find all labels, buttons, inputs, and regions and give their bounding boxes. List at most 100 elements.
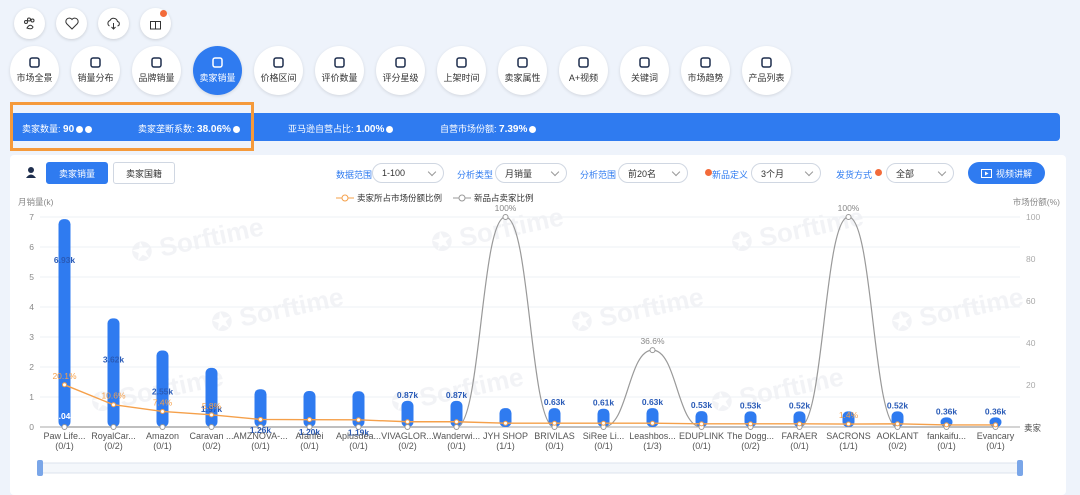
bar — [58, 219, 71, 427]
x-category-sublabel: (0/2) — [202, 441, 221, 451]
y-tick-right: 80 — [1026, 254, 1036, 264]
share-point — [454, 419, 459, 425]
nav-item-0[interactable]: 市场全景 — [10, 46, 59, 95]
x-category-sublabel: (0/1) — [986, 441, 1005, 451]
nav-item-10[interactable]: 关键词 — [620, 46, 669, 95]
calendar-icon — [456, 57, 467, 68]
seller-icon — [212, 57, 223, 68]
bar-value-label: 0.36k — [936, 406, 958, 416]
bar-value-label: 2.55k — [152, 387, 174, 397]
x-category-label: The Dogg... — [727, 431, 774, 441]
share-point — [307, 417, 312, 423]
new-value-label: 36.6% — [640, 336, 665, 346]
self-share-stat: 自营市场份额: 7.39% — [440, 122, 537, 135]
video-icon — [578, 57, 589, 68]
x-category-sublabel: (0/1) — [55, 441, 74, 451]
nav-item-7[interactable]: 上架时间 — [437, 46, 486, 95]
nav-item-2[interactable]: 品牌销量 — [132, 46, 181, 95]
nav-label: 上架时间 — [443, 73, 480, 83]
share-point — [699, 421, 704, 427]
share-point — [944, 422, 949, 428]
heart-icon[interactable] — [56, 8, 87, 39]
x-category-label: Wanderwi... — [433, 431, 480, 441]
nav-label: 产品列表 — [748, 73, 785, 83]
y-tick-right: 100 — [1026, 212, 1040, 222]
new-product-point — [208, 424, 215, 430]
zoom-handle-right — [1017, 460, 1023, 476]
share-point — [503, 420, 508, 426]
dashboard-icon — [29, 57, 40, 68]
x-category-sublabel: (0/1) — [300, 441, 319, 451]
bar-value-label: 0.61k — [593, 398, 615, 408]
share-point — [160, 408, 165, 414]
new-product-point — [110, 424, 117, 430]
x-category-sublabel: (0/1) — [447, 441, 466, 451]
share-value-label: 7.4% — [153, 397, 173, 407]
x-category-label: Amazon — [146, 431, 179, 441]
x-category-sublabel: (1/1) — [839, 441, 858, 451]
help-icon[interactable] — [386, 126, 394, 134]
nav-item-5[interactable]: 评价数量 — [315, 46, 364, 95]
x-category-label: SACRONS — [826, 431, 871, 441]
x-category-label: Caravan ... — [189, 431, 233, 441]
nav-item-3[interactable]: 卖家销量 — [193, 46, 242, 95]
nav-item-11[interactable]: 市场趋势 — [681, 46, 730, 95]
y-tick-left: 6 — [29, 242, 34, 252]
nav-label: 评分星级 — [382, 73, 419, 83]
y-tick-left: 4 — [29, 302, 34, 312]
share-point — [552, 420, 557, 426]
new-product-point — [649, 347, 656, 354]
brand-icon — [151, 57, 162, 68]
review-icon — [334, 57, 345, 68]
nav-label: A+视频 — [568, 73, 599, 83]
y-axis-left-label: 月销量(k) — [18, 197, 54, 207]
share-point — [601, 420, 606, 426]
nav-label: 卖家属性 — [504, 73, 541, 83]
new-value-label: 100% — [495, 203, 517, 213]
y-axis-right-label: 市场份额(%) — [1013, 197, 1060, 207]
x-category-label: Evancary — [977, 431, 1015, 441]
share-point — [650, 420, 655, 426]
x-category-sublabel: (0/1) — [349, 441, 368, 451]
x-category-label: RoyalCar... — [91, 431, 136, 441]
bar-value-label: 0.53k — [691, 400, 713, 410]
gift-icon[interactable] — [140, 8, 171, 39]
x-category-sublabel: (0/1) — [594, 441, 613, 451]
x-category-label: SiRee Li... — [583, 431, 625, 441]
x-category-label: BRIVILAS — [534, 431, 575, 441]
cloud-download-icon[interactable] — [98, 8, 129, 39]
bar — [107, 318, 120, 427]
bar-value-label: 3.62k — [103, 354, 125, 364]
x-category-sublabel: (0/2) — [741, 441, 760, 451]
share-point — [405, 419, 410, 425]
paw-icon[interactable] — [14, 8, 45, 39]
nav-item-1[interactable]: 销量分布 — [71, 46, 120, 95]
nav-label: 价格区间 — [260, 73, 297, 83]
y-tick-left: 2 — [29, 362, 34, 372]
nav-item-9[interactable]: A+视频 — [559, 46, 608, 95]
share-point — [797, 421, 802, 427]
x-category-sublabel: (1/3) — [643, 441, 662, 451]
amazon-share-stat: 亚马逊自营占比: 1.00% — [288, 122, 394, 135]
x-category-sublabel: (0/1) — [692, 441, 711, 451]
share-value-label: 10.6% — [101, 391, 126, 401]
y-tick-right: 60 — [1026, 296, 1036, 306]
nav-item-12[interactable]: 产品列表 — [742, 46, 791, 95]
amazon-share-label: 亚马逊自营占比: — [288, 124, 354, 134]
x-category-label: Paw Life... — [43, 431, 85, 441]
zoom-handle-left — [37, 460, 43, 476]
nav-item-4[interactable]: 价格区间 — [254, 46, 303, 95]
x-category-label: Afanfei — [295, 431, 323, 441]
attribute-icon — [517, 57, 528, 68]
nav-item-8[interactable]: 卖家属性 — [498, 46, 547, 95]
x-category-label: AMZNOVA-... — [233, 431, 287, 441]
new-product-point — [845, 214, 852, 220]
help-icon[interactable] — [529, 126, 537, 134]
share-point — [846, 421, 851, 427]
share-point — [62, 382, 67, 388]
amazon-share-value: 1.00% — [356, 124, 385, 135]
nav-item-6[interactable]: 评分星级 — [376, 46, 425, 95]
nav-label: 评价数量 — [321, 73, 358, 83]
x-category-sublabel: (0/1) — [251, 441, 270, 451]
bar-inner-label: 0.04k — [54, 411, 76, 421]
